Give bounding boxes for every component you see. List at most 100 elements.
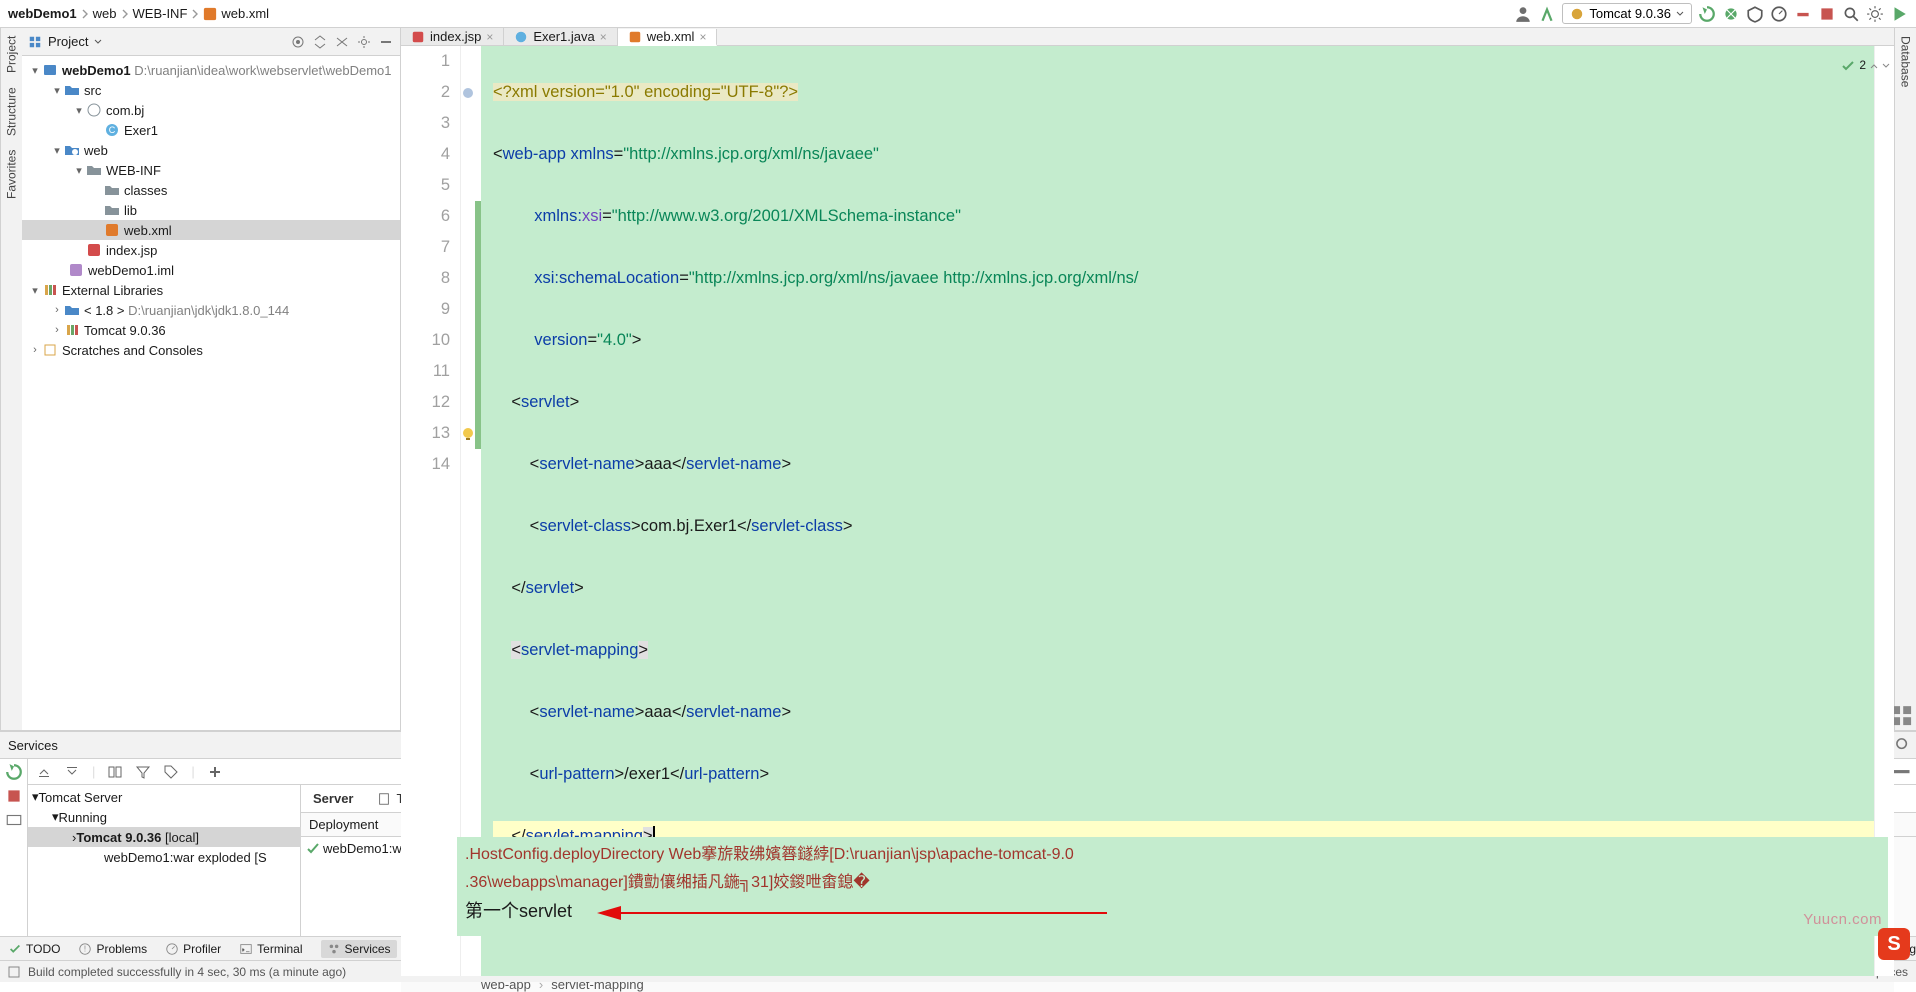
module-icon — [42, 62, 58, 78]
editor-area: index.jsp× Exer1.java× web.xml× 12345678… — [401, 28, 1894, 730]
layout-icon[interactable] — [5, 811, 23, 829]
tab-exer1java[interactable]: Exer1.java× — [504, 28, 617, 45]
rerun-icon[interactable] — [5, 763, 23, 781]
profiler-icon — [165, 942, 179, 956]
checkmark-icon — [307, 843, 319, 855]
user-icon[interactable] — [1514, 5, 1532, 23]
svc-running[interactable]: ▾Running — [28, 807, 301, 827]
toolwin-problems[interactable]: !Problems — [78, 942, 147, 956]
tree-classes[interactable]: classes — [22, 180, 400, 200]
project-tool-window: Project ▾webDemo1 D:\ruanjian\idea\work\… — [22, 28, 401, 730]
toolwin-todo[interactable]: TODO — [8, 942, 60, 956]
tree-scratches[interactable]: ›Scratches and Consoles — [22, 340, 400, 360]
project-selector[interactable]: Project — [28, 34, 102, 49]
chevron-down-icon[interactable] — [1882, 62, 1890, 70]
search-icon[interactable] — [1842, 5, 1860, 23]
gear-icon[interactable] — [356, 34, 372, 50]
rail-database[interactable]: Database — [1899, 36, 1913, 87]
svc-artifact[interactable]: webDemo1:war exploded [S — [28, 847, 301, 867]
jdk-icon — [64, 302, 80, 318]
coverage-icon[interactable] — [1746, 5, 1764, 23]
jsp-file-icon — [411, 30, 425, 44]
java-class-icon — [514, 30, 528, 44]
tree-iml[interactable]: webDemo1.iml — [22, 260, 400, 280]
tab-webxml[interactable]: web.xml× — [618, 29, 718, 46]
toolwin-terminal[interactable]: Terminal — [239, 942, 302, 956]
tree-web[interactable]: ▾web — [22, 140, 400, 160]
tree-external-libs[interactable]: ▾External Libraries — [22, 280, 400, 300]
rail-project[interactable]: Project — [5, 36, 19, 73]
class-icon: C — [104, 122, 120, 138]
collapse-all-icon[interactable] — [334, 34, 350, 50]
svc-config[interactable]: ›Tomcat 9.0.36 [local] — [28, 827, 301, 847]
tab-server[interactable]: Server — [313, 791, 353, 806]
close-icon[interactable]: × — [600, 30, 607, 44]
select-opened-file-icon[interactable] — [290, 34, 306, 50]
run-icon[interactable] — [1890, 5, 1908, 23]
right-tool-rail: Database — [1894, 28, 1916, 730]
jsp-file-icon — [86, 242, 102, 258]
expand-icon[interactable] — [36, 764, 52, 780]
collapse-icon[interactable] — [64, 764, 80, 780]
tree-src[interactable]: ▾src — [22, 80, 400, 100]
console-line: .HostConfig.deployDirectory Web搴旂敤绋嬪簭鐩綍[… — [465, 841, 1880, 869]
breadcrumb-3[interactable]: WEB-INF — [133, 6, 188, 21]
project-tree[interactable]: ▾webDemo1 D:\ruanjian\idea\work\webservl… — [22, 56, 400, 364]
tree-webinf[interactable]: ▾WEB-INF — [22, 160, 400, 180]
close-icon[interactable]: × — [486, 30, 493, 44]
redeploy-icon[interactable] — [1698, 5, 1716, 23]
services-tree[interactable]: ▾Tomcat Server ▾Running ›Tomcat 9.0.36 [… — [28, 785, 301, 936]
profile-icon[interactable] — [1770, 5, 1788, 23]
toolwin-profiler[interactable]: Profiler — [165, 942, 221, 956]
filter-icon[interactable] — [135, 764, 151, 780]
top-toolbar: Tomcat 9.0.36 — [1514, 3, 1908, 24]
tree-jdk[interactable]: ›< 1.8 > D:\ruanjian\jdk\jdk1.8.0_144 — [22, 300, 400, 320]
tree-tomcat[interactable]: ›Tomcat 9.0.36 — [22, 320, 400, 340]
tomcat-icon — [1570, 7, 1584, 21]
folder-icon — [104, 202, 120, 218]
status-hide-icon[interactable] — [8, 966, 20, 978]
libraries-icon — [42, 282, 58, 298]
package-icon — [86, 102, 102, 118]
stop-icon[interactable] — [1818, 5, 1836, 23]
run-config-dropdown[interactable]: Tomcat 9.0.36 — [1562, 3, 1692, 24]
breadcrumb-2[interactable]: web — [93, 6, 117, 21]
chevron-right-icon — [192, 9, 198, 19]
add-icon[interactable] — [207, 764, 223, 780]
breadcrumb-1[interactable]: webDemo1 — [8, 6, 77, 21]
group-icon[interactable] — [107, 764, 123, 780]
expand-all-icon[interactable] — [312, 34, 328, 50]
tree-webxml[interactable]: web.xml — [22, 220, 400, 240]
minus-icon[interactable] — [1794, 5, 1812, 23]
hide-icon[interactable] — [378, 34, 394, 50]
tree-indexjsp[interactable]: index.jsp — [22, 240, 400, 260]
rail-structure[interactable]: Structure — [5, 87, 19, 136]
svc-tomcat-server[interactable]: ▾Tomcat Server — [28, 787, 301, 807]
chevron-up-icon[interactable] — [1870, 62, 1878, 70]
sync-icon[interactable] — [1538, 5, 1556, 23]
tree-class[interactable]: CExer1 — [22, 120, 400, 140]
tomcat-lib-icon — [64, 322, 80, 338]
close-icon[interactable]: × — [699, 30, 706, 44]
intention-bulb-icon[interactable] — [461, 427, 475, 441]
debug-icon[interactable] — [1722, 5, 1740, 23]
tab-indexjsp[interactable]: index.jsp× — [401, 28, 504, 45]
sogou-ime-icon[interactable]: S — [1878, 928, 1910, 960]
breadcrumb-4[interactable]: web.xml — [203, 6, 269, 21]
settings-icon[interactable] — [1866, 5, 1884, 23]
tag-icon[interactable] — [163, 764, 179, 780]
web-framework-icon[interactable] — [462, 87, 474, 99]
svg-text:C: C — [109, 125, 116, 135]
tree-lib[interactable]: lib — [22, 200, 400, 220]
tree-package[interactable]: ▾com.bj — [22, 100, 400, 120]
editor-tabs: index.jsp× Exer1.java× web.xml× — [401, 28, 1894, 46]
toolwin-services[interactable]: Services — [321, 940, 397, 958]
rail-favorites[interactable]: Favorites — [5, 150, 19, 199]
stop-icon[interactable] — [5, 787, 23, 805]
tree-root[interactable]: ▾webDemo1 D:\ruanjian\idea\work\webservl… — [22, 60, 400, 80]
console-line: 第一个servlet — [465, 901, 572, 921]
console[interactable]: .HostConfig.deployDirectory Web搴旂敤绋嬪簭鐩綍[… — [457, 837, 1888, 936]
scratches-icon — [42, 342, 58, 358]
chevron-right-icon — [82, 9, 88, 19]
status-message: Build completed successfully in 4 sec, 3… — [28, 965, 346, 979]
